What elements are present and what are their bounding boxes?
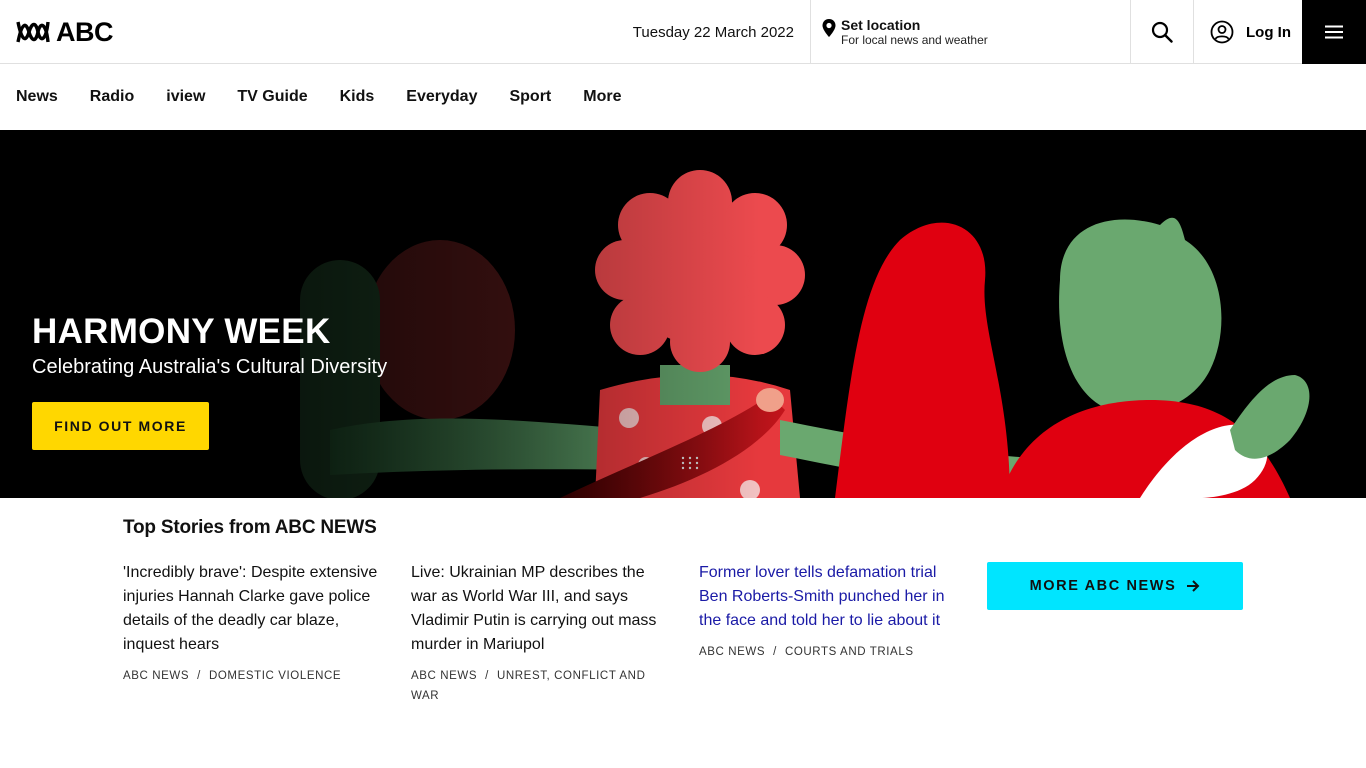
story-source[interactable]: ABC NEWS [123,670,189,682]
more-abc-news-label: MORE ABC NEWS [1029,578,1177,594]
site-header: ABC Tuesday 22 March 2022 Set location F… [0,0,1366,64]
top-stories-heading: Top Stories from ABC NEWS [123,517,377,538]
story-card: 'Incredibly brave': Despite extensive in… [123,561,378,686]
story-link[interactable]: Former lover tells defamation trial Ben … [699,561,954,633]
story-card: Former lover tells defamation trial Ben … [699,561,954,662]
drag-handle-icon[interactable] [681,456,699,470]
nav-item-iview[interactable]: iview [166,88,205,106]
nav-item-news[interactable]: News [16,88,58,106]
story-link[interactable]: Live: Ukrainian MP describes the war as … [411,561,661,657]
logo-wordmark: ABC [56,17,114,47]
main-navigation: News Radio iview TV Guide Kids Everyday … [0,64,1366,130]
nav-item-radio[interactable]: Radio [90,88,134,106]
more-abc-news-button[interactable]: MORE ABC NEWS [987,562,1243,610]
menu-button[interactable] [1302,0,1366,64]
hero-banner[interactable]: HARMONY WEEK Celebrating Australia's Cul… [0,130,1366,498]
current-date: Tuesday 22 March 2022 [632,23,794,41]
story-link[interactable]: 'Incredibly brave': Despite extensive in… [123,561,378,657]
login-button[interactable]: Log In [1194,0,1302,64]
user-account-icon [1210,20,1234,44]
nav-item-more[interactable]: More [583,88,621,106]
set-location-button[interactable]: Set location For local news and weather [810,0,1131,64]
story-source[interactable]: ABC NEWS [411,670,477,682]
story-meta: ABC NEWS / COURTS AND TRIALS [699,646,914,658]
arrow-right-icon [1187,580,1200,592]
story-topic[interactable]: COURTS AND TRIALS [785,646,914,658]
nav-item-tv-guide[interactable]: TV Guide [237,88,307,106]
search-icon [1151,21,1173,43]
hero-title: HARMONY WEEK [32,312,331,351]
abc-logo[interactable]: ABC [16,17,114,47]
story-source[interactable]: ABC NEWS [699,646,765,658]
story-card: Live: Ukrainian MP describes the war as … [411,561,661,706]
abc-lissajous-icon [16,21,50,43]
story-topic[interactable]: DOMESTIC VIOLENCE [209,670,341,682]
nav-item-sport[interactable]: Sport [509,88,551,106]
location-subtitle: For local news and weather [841,33,988,47]
login-label: Log In [1246,23,1291,41]
location-pin-icon [822,19,836,37]
nav-item-everyday[interactable]: Everyday [406,88,477,106]
story-meta: ABC NEWS / DOMESTIC VIOLENCE [123,670,342,682]
story-meta: ABC NEWS / UNREST, CONFLICT AND WAR [411,670,646,702]
find-out-more-button[interactable]: FIND OUT MORE [32,402,209,450]
nav-item-kids[interactable]: Kids [340,88,375,106]
search-button[interactable] [1131,0,1194,64]
hero-subtitle: Celebrating Australia's Cultural Diversi… [32,356,388,378]
hamburger-menu-icon [1325,25,1343,39]
location-title: Set location [841,17,921,33]
